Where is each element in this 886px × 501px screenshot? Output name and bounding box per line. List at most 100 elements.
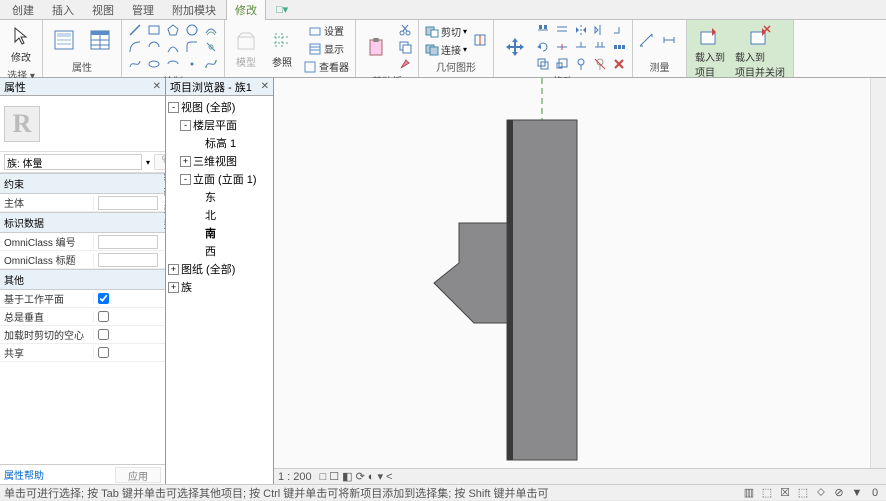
- offset2-icon[interactable]: [553, 22, 571, 38]
- cut-geom-button[interactable]: 剪切▾: [423, 23, 469, 40]
- expand-icon[interactable]: +: [180, 156, 191, 167]
- expand-icon[interactable]: -: [180, 120, 191, 131]
- tree-node[interactable]: 西: [168, 242, 271, 260]
- expand-icon[interactable]: -: [168, 102, 179, 113]
- family-type-input[interactable]: [4, 154, 142, 170]
- tree-node[interactable]: -楼层平面: [168, 116, 271, 134]
- view-control-icon[interactable]: ▾: [377, 470, 383, 483]
- expand-icon[interactable]: -: [180, 174, 191, 185]
- properties-help-link[interactable]: 属性帮助: [4, 467, 44, 482]
- line-icon[interactable]: [126, 22, 144, 38]
- ellipse-icon[interactable]: [145, 56, 163, 72]
- tab-view[interactable]: 视图: [84, 0, 122, 20]
- viewport[interactable]: 1 : 200 □☐◧ ⟳◐▾<: [274, 78, 886, 484]
- close-icon[interactable]: ✕: [261, 81, 269, 92]
- copy-icon[interactable]: [396, 39, 414, 55]
- tree-node[interactable]: -视图 (全部): [168, 98, 271, 116]
- polygon-icon[interactable]: [164, 22, 182, 38]
- modify-button[interactable]: 修改: [4, 22, 38, 66]
- fillet-icon[interactable]: [183, 39, 201, 55]
- view-control-icon[interactable]: ☐: [329, 470, 339, 483]
- tab-manage[interactable]: 管理: [124, 0, 162, 20]
- split-face-icon[interactable]: [471, 32, 489, 48]
- view-control-icon[interactable]: □: [320, 471, 327, 483]
- array-icon[interactable]: [610, 39, 628, 55]
- tree-node[interactable]: 标高 1: [168, 134, 271, 152]
- dim-aligned-icon[interactable]: [660, 32, 678, 48]
- viewer-button[interactable]: 查看器: [301, 58, 351, 75]
- trim-single-icon[interactable]: [572, 39, 590, 55]
- family-types-button[interactable]: [83, 26, 117, 54]
- tree-node[interactable]: +族: [168, 278, 271, 296]
- tab-create[interactable]: 创建: [4, 0, 42, 20]
- view-control-icon[interactable]: ◧: [342, 470, 352, 483]
- status-icon[interactable]: ⬚: [760, 486, 774, 500]
- paste-button[interactable]: [360, 33, 394, 61]
- status-icon[interactable]: ⬦: [814, 486, 828, 500]
- set-button[interactable]: 设置: [301, 22, 351, 39]
- cut-icon[interactable]: [396, 22, 414, 38]
- status-icon[interactable]: ⊘: [832, 486, 846, 500]
- view-control-icon[interactable]: ◐: [368, 471, 375, 483]
- measure-icon[interactable]: [637, 32, 655, 48]
- tree-node[interactable]: 南: [168, 224, 271, 242]
- match-icon[interactable]: [396, 56, 414, 72]
- view-control-icon[interactable]: ⟳: [356, 470, 365, 483]
- status-icon[interactable]: ▼: [850, 486, 864, 500]
- close-icon[interactable]: ✕: [153, 81, 161, 92]
- tree-node[interactable]: +图纸 (全部): [168, 260, 271, 278]
- rotate-icon[interactable]: [534, 39, 552, 55]
- expand-icon[interactable]: +: [168, 264, 179, 275]
- prop-text-input[interactable]: [98, 196, 158, 210]
- circle-icon[interactable]: [183, 22, 201, 38]
- delete-icon[interactable]: [610, 56, 628, 72]
- status-icon[interactable]: ⬚: [796, 486, 810, 500]
- prop-text-input[interactable]: [98, 235, 158, 249]
- status-icon[interactable]: ▥: [742, 486, 756, 500]
- arc-tan-icon[interactable]: [164, 39, 182, 55]
- partial-ellipse-icon[interactable]: [164, 56, 182, 72]
- align-icon[interactable]: [534, 22, 552, 38]
- reference-button[interactable]: 参照: [265, 27, 299, 71]
- copy2-icon[interactable]: [534, 56, 552, 72]
- chevron-down-icon[interactable]: ▾: [146, 158, 150, 167]
- scale-icon[interactable]: [553, 56, 571, 72]
- pin-icon[interactable]: [572, 56, 590, 72]
- scrollbar-vertical[interactable]: [870, 78, 886, 468]
- status-icon[interactable]: 0: [868, 486, 882, 500]
- trim-corner-icon[interactable]: [610, 22, 628, 38]
- point-icon[interactable]: [183, 56, 201, 72]
- arc-center-icon[interactable]: [145, 39, 163, 55]
- move-button[interactable]: [498, 33, 532, 61]
- tree-node[interactable]: 东: [168, 188, 271, 206]
- offset-icon[interactable]: [202, 22, 220, 38]
- join-geom-button[interactable]: 连接▾: [423, 41, 469, 58]
- spline-points-icon[interactable]: [202, 56, 220, 72]
- pick-lines-icon[interactable]: [202, 39, 220, 55]
- prop-checkbox[interactable]: [98, 311, 109, 322]
- prop-checkbox[interactable]: [98, 293, 109, 304]
- trim-multi-icon[interactable]: [591, 39, 609, 55]
- tab-modify[interactable]: 修改: [226, 0, 266, 20]
- tree-node[interactable]: +三维视图: [168, 152, 271, 170]
- type-selector[interactable]: R: [0, 96, 165, 152]
- status-icon[interactable]: ☒: [778, 486, 792, 500]
- tree-node[interactable]: 北: [168, 206, 271, 224]
- mirror-draw-icon[interactable]: [591, 22, 609, 38]
- split-icon[interactable]: [553, 39, 571, 55]
- scale-display[interactable]: 1 : 200: [278, 471, 312, 483]
- edit-type-button[interactable]: 🏷编辑类型: [154, 154, 165, 170]
- rect-icon[interactable]: [145, 22, 163, 38]
- tab-extras[interactable]: □▾: [268, 1, 296, 18]
- tab-insert[interactable]: 插入: [44, 0, 82, 20]
- tree-node[interactable]: -立面 (立面 1): [168, 170, 271, 188]
- arc-start-icon[interactable]: [126, 39, 144, 55]
- view-control-icon[interactable]: <: [386, 471, 392, 483]
- mirror-axis-icon[interactable]: [572, 22, 590, 38]
- show-button[interactable]: 显示: [301, 40, 351, 57]
- apply-button[interactable]: 应用: [115, 467, 161, 483]
- expand-icon[interactable]: +: [168, 282, 179, 293]
- unpin-icon[interactable]: [591, 56, 609, 72]
- tab-addins[interactable]: 附加模块: [164, 0, 224, 20]
- model-button[interactable]: 模型: [229, 27, 263, 71]
